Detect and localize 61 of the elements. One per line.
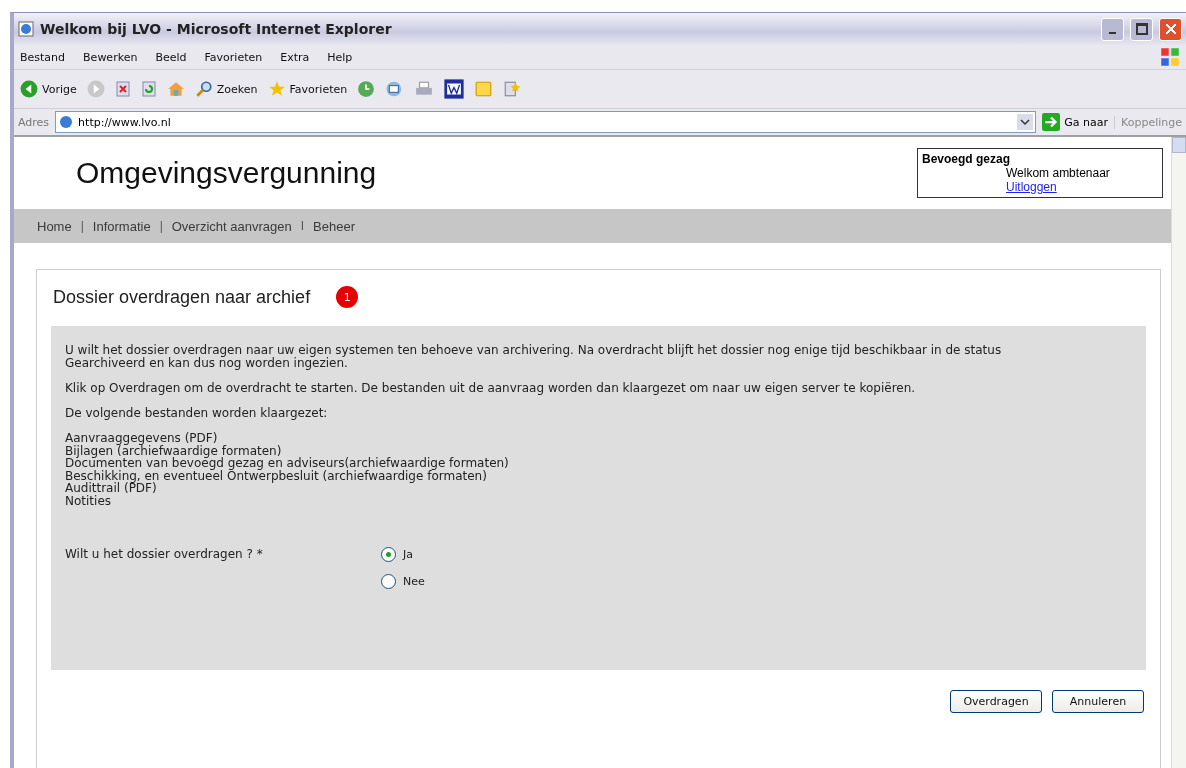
- go-label[interactable]: Ga naar: [1064, 115, 1109, 129]
- site-title: Omgevingsvergunning: [76, 156, 377, 190]
- menu-item[interactable]: Extra: [280, 50, 310, 64]
- window-title: Welkom bij LVO - Microsoft Internet Explorer: [40, 21, 393, 37]
- star-icon[interactable]: [267, 80, 286, 98]
- radio-label[interactable]: Ja: [403, 548, 413, 561]
- close-button[interactable]: [1159, 17, 1182, 41]
- windows-logo-icon: [1160, 47, 1180, 67]
- file-item: Bijlagen (archiefwaardige formaten): [65, 444, 283, 457]
- step-badge: 1: [336, 286, 359, 308]
- printer-icon[interactable]: [415, 80, 434, 98]
- logout-link[interactable]: Uitloggen: [922, 180, 1158, 194]
- nav-link[interactable]: Informatie: [92, 218, 151, 234]
- browser-icon: [18, 21, 34, 37]
- nav-link[interactable]: Overzicht aanvragen: [171, 218, 292, 234]
- file-item: Audittrail (PDF): [65, 482, 158, 495]
- nav-link[interactable]: Beheer: [313, 218, 355, 234]
- nav-separator: |: [80, 219, 84, 233]
- menu-item[interactable]: Bewerken: [83, 50, 138, 64]
- form-button[interactable]: Annuleren: [1052, 690, 1144, 713]
- nav-separator: |: [159, 219, 163, 233]
- menu-item[interactable]: Help: [327, 50, 353, 64]
- stop-icon[interactable]: [114, 81, 131, 97]
- menu-item[interactable]: Beeld: [155, 50, 187, 64]
- radio-label[interactable]: Nee: [403, 575, 425, 588]
- dropdown-icon[interactable]: [1017, 114, 1034, 130]
- question-label: Wilt u het dossier overdragen ? *: [65, 547, 264, 563]
- toolbar-label[interactable]: Vorige: [42, 82, 77, 96]
- panel-title: Dossier overdragen naar archief: [53, 286, 311, 308]
- go-arrow-icon[interactable]: [1042, 113, 1061, 131]
- form-button[interactable]: Overdragen: [950, 690, 1042, 713]
- note-icon[interactable]: [475, 80, 494, 98]
- search-icon[interactable]: [194, 80, 213, 98]
- scrollbar[interactable]: [1171, 137, 1186, 768]
- paragraph: U wilt het dossier overdragen naar uw eigen systemen ten behoeve van archivering. Na overdracht blijft het dossier nog enige tijd beschikbaar in de status Gearchiveerd en kan dus nog worden ingezien.: [65, 344, 1003, 370]
- paragraph: Klik op Overdragen om de overdracht te starten. De bestanden uit de aanvraag worden dan klaargezet om naar uw eigen server te kopiëren.: [65, 382, 917, 395]
- home-icon[interactable]: [166, 80, 185, 98]
- user-box-heading: Bevoegd gezag: [922, 152, 1012, 166]
- nav-separator: I: [300, 219, 305, 233]
- welcome-text: Welkom ambtenaar: [1005, 166, 1111, 180]
- toolbar-label[interactable]: Favorieten: [289, 82, 348, 96]
- refresh-icon[interactable]: [140, 81, 157, 97]
- radio-button[interactable]: [381, 574, 396, 589]
- file-item: Notities: [65, 494, 113, 507]
- radio-button[interactable]: [381, 547, 396, 562]
- menu-item[interactable]: Bestand: [20, 50, 66, 64]
- menu-item[interactable]: Favorieten: [204, 50, 263, 64]
- toolbar-label[interactable]: Zoeken: [216, 82, 258, 96]
- address-field[interactable]: http://www.lvo.nl: [55, 111, 1037, 133]
- minimize-button[interactable]: [1101, 17, 1124, 41]
- maximize-button[interactable]: [1130, 17, 1153, 41]
- address-label: Adres: [18, 115, 50, 129]
- nav-link[interactable]: Home: [37, 218, 72, 234]
- file-item: Beschikking, en eventueel Ontwerpbesluit (archiefwaardige formaten): [65, 469, 488, 482]
- file-item: Documenten van bevoegd gezag en adviseurs(archiefwaardige formaten): [65, 457, 510, 470]
- file-item: Aanvraaggegevens (PDF): [65, 432, 219, 445]
- word-icon[interactable]: [443, 78, 466, 100]
- paragraph: De volgende bestanden worden klaargezet:: [65, 407, 329, 420]
- page-icon: [58, 114, 75, 130]
- history-icon[interactable]: [357, 80, 376, 98]
- messenger-icon[interactable]: [503, 80, 522, 98]
